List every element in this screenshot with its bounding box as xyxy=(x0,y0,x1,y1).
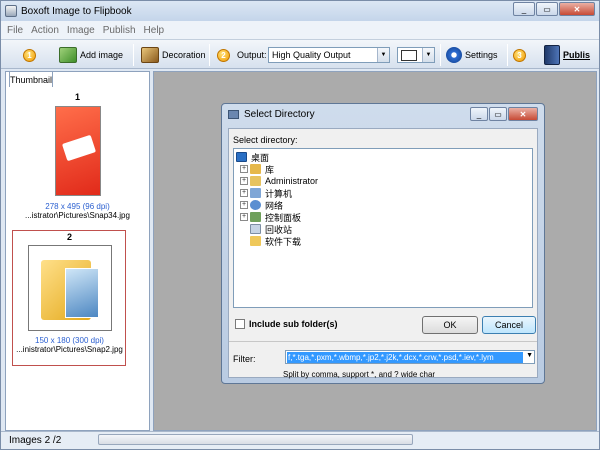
expand-icon[interactable]: + xyxy=(240,201,248,209)
output-label: Output: xyxy=(237,50,267,60)
chevron-down-icon: ▼ xyxy=(422,48,434,62)
thumbnail-item[interactable]: 1 278 x 495 (96 dpi) ...istrator\Picture… xyxy=(6,92,149,220)
tree-item-desktop[interactable]: 桌面 xyxy=(236,151,269,163)
flipbook-icon xyxy=(5,5,17,17)
ok-button[interactable]: OK xyxy=(422,316,478,334)
thumbnail-image xyxy=(27,245,112,331)
recycle-bin-icon xyxy=(250,224,261,234)
dialog-body: Select directory: 桌面 + 库 + Administrator xyxy=(228,128,538,379)
control-panel-icon xyxy=(250,212,261,222)
include-subfolders-checkbox[interactable]: Include sub folder(s) xyxy=(235,319,338,329)
tree-item-administrator[interactable]: + Administrator xyxy=(240,175,318,187)
tree-item-library[interactable]: + 库 xyxy=(240,163,274,175)
desktop-icon xyxy=(236,152,247,162)
decoration-button[interactable]: Decoration xyxy=(141,44,206,66)
dialog-title-bar: Select Directory xyxy=(228,109,315,120)
thumbnail-item[interactable]: 2 150 x 180 (300 dpi) ...inistrator\Pict… xyxy=(6,232,133,354)
expand-icon[interactable]: + xyxy=(240,165,248,173)
expand-icon[interactable]: + xyxy=(240,189,248,197)
tab-thumbnail[interactable]: Thumbnail xyxy=(9,71,53,87)
thumbnail-image xyxy=(54,106,101,196)
output-select[interactable]: High Quality Output ▼ xyxy=(268,47,390,63)
chevron-down-icon[interactable]: ▼ xyxy=(526,352,533,359)
add-image-button[interactable]: Add image xyxy=(59,44,123,66)
network-icon xyxy=(250,200,261,210)
select-directory-label: Select directory: xyxy=(233,135,298,145)
close-button[interactable]: ✕ xyxy=(559,2,595,16)
folder-icon xyxy=(250,236,261,246)
title-bar: Boxoft Image to Flipbook _ ▭ ✕ xyxy=(1,1,599,21)
filter-label: Filter: xyxy=(233,354,256,364)
publish-button[interactable]: Publis xyxy=(544,44,590,66)
step3-badge: 3 xyxy=(513,44,526,66)
layout-select[interactable]: ▼ xyxy=(397,47,435,63)
toolbar: 1 Add image Decoration 2 Output: High Qu… xyxy=(1,39,599,69)
tree-item-network[interactable]: + 网络 xyxy=(240,199,283,211)
dialog-window-controls: _ ▭ ✕ xyxy=(469,107,538,121)
dialog-close-button[interactable]: ✕ xyxy=(508,107,538,121)
expand-icon[interactable]: + xyxy=(240,177,248,185)
directory-tree[interactable]: 桌面 + 库 + Administrator + 计算机 + 网络 + 控制面板… xyxy=(233,148,533,308)
menu-bar: File Action Image Publish Help xyxy=(1,21,599,39)
select-directory-dialog: Select Directory _ ▭ ✕ Select directory:… xyxy=(221,103,545,384)
tree-item-downloads[interactable]: 软件下载 xyxy=(240,235,301,247)
image-count: Images 2 /2 xyxy=(9,435,62,446)
book-icon xyxy=(544,45,560,65)
menu-file[interactable]: File xyxy=(7,25,23,36)
user-folder-icon xyxy=(250,176,261,186)
checkbox-box[interactable] xyxy=(235,319,245,329)
menu-publish[interactable]: Publish xyxy=(103,25,136,36)
filter-value[interactable]: f,*.tga,*.pxm,*.wbmp,*.jp2,*.j2k,*.dcx,*… xyxy=(287,352,523,363)
maximize-button[interactable]: ▭ xyxy=(536,2,558,16)
menu-action[interactable]: Action xyxy=(31,25,59,36)
menu-help[interactable]: Help xyxy=(144,25,165,36)
tree-item-computer[interactable]: + 计算机 xyxy=(240,187,292,199)
main-window: Boxoft Image to Flipbook _ ▭ ✕ File Acti… xyxy=(0,0,600,450)
window-controls: _ ▭ ✕ xyxy=(512,2,595,16)
window-title: Boxoft Image to Flipbook xyxy=(21,5,132,17)
decoration-icon xyxy=(141,47,159,63)
step2-badge: 2 xyxy=(217,44,230,66)
tree-item-recycle-bin[interactable]: 回收站 xyxy=(240,223,292,235)
divider xyxy=(229,341,537,342)
gear-icon xyxy=(446,47,462,63)
chevron-down-icon: ▼ xyxy=(377,48,389,62)
thumbnail-panel: 1 278 x 495 (96 dpi) ...istrator\Picture… xyxy=(5,71,150,431)
filter-hint: Split by comma, support *, and ? wide ch… xyxy=(283,370,436,379)
library-icon xyxy=(250,164,261,174)
menu-image[interactable]: Image xyxy=(67,25,95,36)
computer-icon xyxy=(250,188,261,198)
cancel-button[interactable]: Cancel xyxy=(482,316,536,334)
expand-icon[interactable]: + xyxy=(240,213,248,221)
step1-badge: 1 xyxy=(23,44,36,66)
filter-combobox[interactable]: f,*.tga,*.pxm,*.wbmp,*.jp2,*.j2k,*.dcx,*… xyxy=(285,350,535,364)
tree-item-control-panel[interactable]: + 控制面板 xyxy=(240,211,301,223)
dialog-maximize-button[interactable]: ▭ xyxy=(489,107,507,121)
window-icon xyxy=(228,110,239,119)
settings-button[interactable]: Settings xyxy=(446,44,498,66)
layout-preview-icon xyxy=(401,49,417,61)
minimize-button[interactable]: _ xyxy=(513,2,535,16)
dialog-minimize-button[interactable]: _ xyxy=(470,107,488,121)
add-image-icon xyxy=(59,47,77,63)
horizontal-scrollbar[interactable] xyxy=(98,434,413,445)
